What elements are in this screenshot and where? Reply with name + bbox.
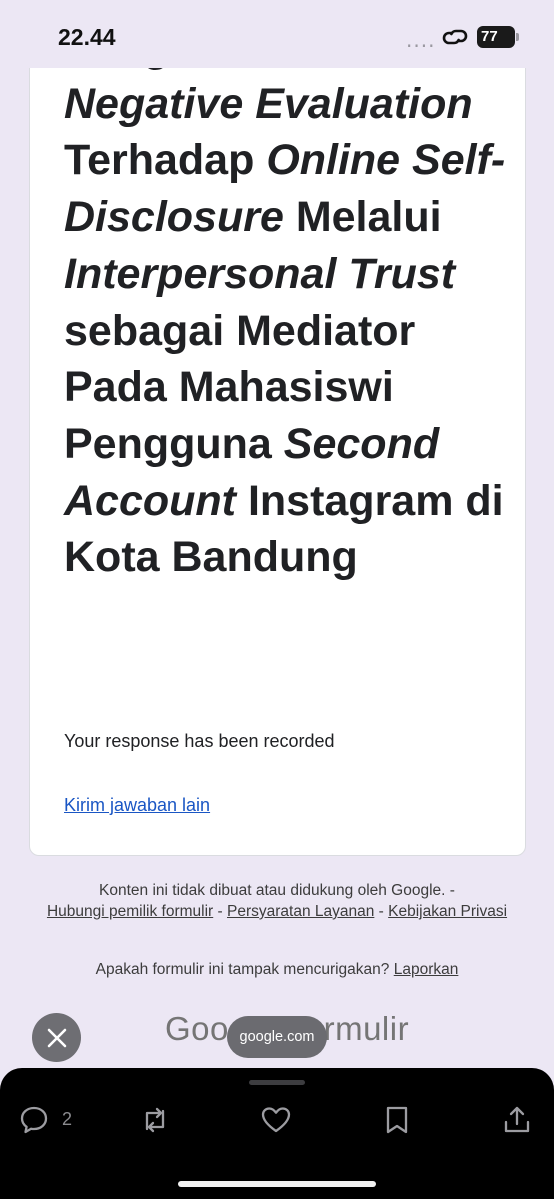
- status-bar: 22.44 .... 77: [0, 0, 554, 68]
- heart-icon[interactable]: [260, 1104, 292, 1136]
- privacy-link[interactable]: Kebijakan Privasi: [388, 903, 507, 920]
- footer-disclaimer: Konten ini tidak dibuat atau didukung ol…: [99, 882, 455, 899]
- home-indicator: [178, 1181, 376, 1187]
- form-title-part: Melalui: [283, 193, 442, 242]
- form-title-part: Interpersonal Trust: [64, 249, 456, 298]
- link-icon: [442, 29, 468, 45]
- bookmark-icon[interactable]: [381, 1104, 413, 1136]
- close-button[interactable]: [32, 1013, 81, 1062]
- reply-count: 2: [62, 1109, 73, 1129]
- form-title: Pengaruh Fear of Negative Evaluation Ter…: [64, 31, 514, 586]
- terms-link[interactable]: Persyaratan Layanan: [227, 903, 374, 920]
- form-footer: Konten ini tidak dibuat atau didukung ol…: [40, 880, 514, 922]
- submit-another-response-link[interactable]: Kirim jawaban lain: [64, 795, 210, 816]
- form-title-part: Negative Evaluation: [64, 79, 473, 128]
- report-link[interactable]: Laporkan: [394, 961, 459, 978]
- form-card: Pengaruh Fear of Negative Evaluation Ter…: [29, 30, 526, 856]
- contact-owner-link[interactable]: Hubungi pemilik formulir: [47, 903, 213, 920]
- status-time: 22.44: [58, 24, 116, 50]
- battery-indicator: 77: [477, 26, 519, 48]
- form-title-part: Terhadap: [64, 136, 267, 185]
- suspicious-question: Apakah formulir ini tampak mencurigakan?: [95, 961, 390, 978]
- chat-bubble-icon[interactable]: [18, 1104, 50, 1136]
- share-icon[interactable]: [501, 1104, 533, 1136]
- grab-handle[interactable]: [249, 1080, 305, 1085]
- bottom-action-bar: 2: [0, 1068, 554, 1199]
- signal-indicator: ....: [406, 28, 436, 52]
- footer-separator: -: [213, 903, 227, 920]
- close-icon: [47, 1028, 66, 1047]
- url-pill[interactable]: google.com: [227, 1016, 327, 1058]
- repost-icon[interactable]: [139, 1104, 171, 1136]
- response-recorded-message: Your response has been recorded: [64, 731, 335, 751]
- footer-report-row: Apakah formulir ini tampak mencurigakan?…: [40, 961, 514, 979]
- footer-separator: -: [374, 903, 389, 920]
